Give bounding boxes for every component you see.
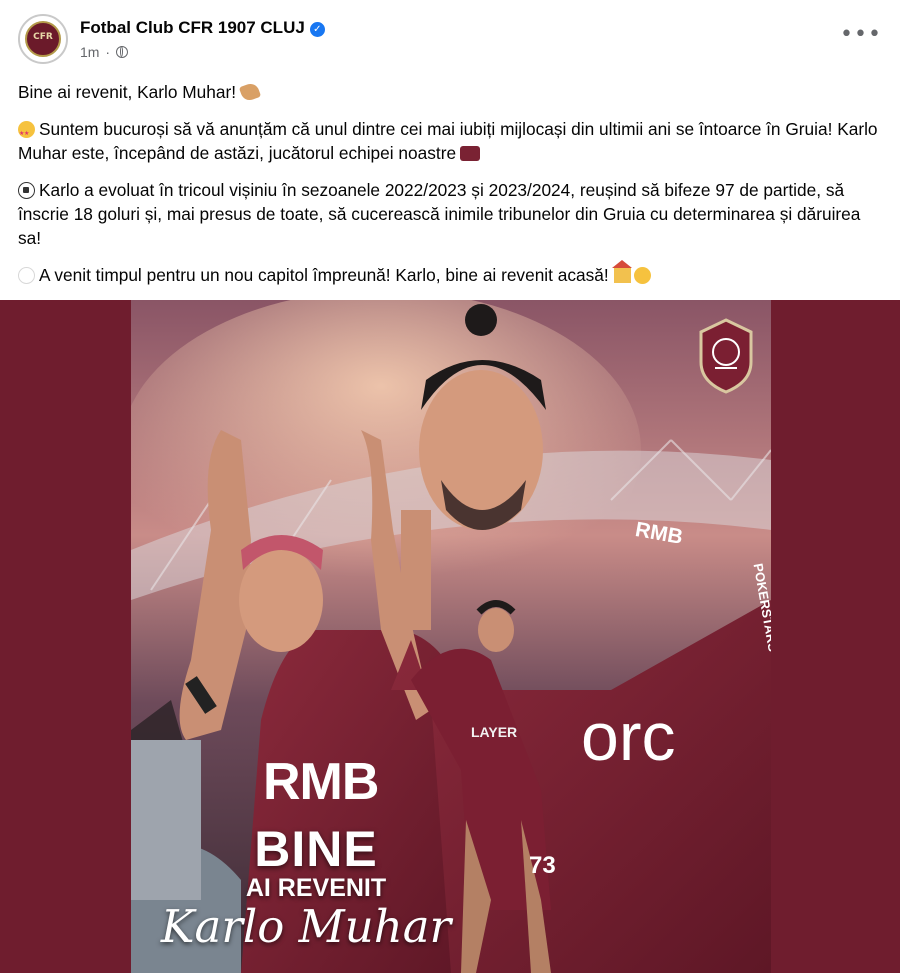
club-logo-icon: CFR [25, 21, 61, 57]
facebook-post: CFR Fotbal Club CFR 1907 CLUJ ✓ 1m · ••• … [0, 0, 900, 973]
page-name[interactable]: Fotbal Club CFR 1907 CLUJ [80, 18, 305, 37]
post-image[interactable]: RMB RMB LAYER orc POKERSTARS 73 BINE AI … [0, 300, 900, 973]
poster-title-line-1: BINE [254, 821, 378, 877]
globe-icon[interactable] [115, 46, 128, 58]
post-paragraph-1: Bine ai revenit, Karlo Muhar! [18, 80, 886, 104]
post-line-3: Karlo a evoluat în tricoul vișiniu în se… [18, 180, 861, 248]
jersey-sponsor-main: RMB [263, 753, 379, 811]
white-heart-icon [18, 267, 35, 284]
post-paragraph-3: Karlo a evoluat în tricoul vișiniu în se… [18, 178, 886, 250]
post-timestamp[interactable]: 1m [80, 44, 99, 60]
avatar-text: CFR [33, 32, 53, 42]
jersey-sponsor-right: orc [581, 699, 676, 775]
jersey-number: 73 [529, 852, 556, 879]
poster-player-name: Karlo Muhar [160, 900, 452, 953]
post-meta: 1m · [80, 44, 128, 60]
more-options-button[interactable]: ••• [840, 24, 881, 54]
verified-badge-icon: ✓ [309, 22, 325, 37]
jersey-sponsor-player: LAYER [471, 724, 518, 740]
post-paragraph-2: Suntem bucuroși să vă anunțăm că unul di… [18, 117, 886, 165]
hugging-face-icon [633, 267, 651, 284]
post-text: Bine ai revenit, Karlo Muhar! Suntem buc… [18, 80, 886, 300]
club-crest-icon [699, 318, 753, 394]
page-name-link[interactable]: Fotbal Club CFR 1907 CLUJ ✓ [80, 18, 325, 38]
post-paragraph-4: A venit timpul pentru un nou capitol împ… [18, 260, 886, 287]
house-icon [611, 260, 632, 283]
post-line-2: Suntem bucuroși să vă anunțăm că unul di… [18, 119, 878, 163]
post-header: CFR Fotbal Club CFR 1907 CLUJ ✓ 1m · ••• [18, 14, 882, 70]
announcement-poster: RMB RMB LAYER orc POKERSTARS 73 BINE AI … [131, 300, 771, 973]
train-icon [460, 146, 481, 161]
poster-title-line-2: AI REVENIT [245, 874, 387, 902]
post-line-4: A venit timpul pentru un nou capitol împ… [39, 265, 609, 285]
post-line-1: Bine ai revenit, Karlo Muhar! [18, 82, 237, 102]
soccer-ball-icon [18, 182, 35, 199]
meta-separator: · [105, 44, 111, 60]
writing-hand-icon [238, 81, 262, 103]
page-avatar[interactable]: CFR [18, 14, 68, 64]
star-struck-icon [18, 121, 35, 146]
